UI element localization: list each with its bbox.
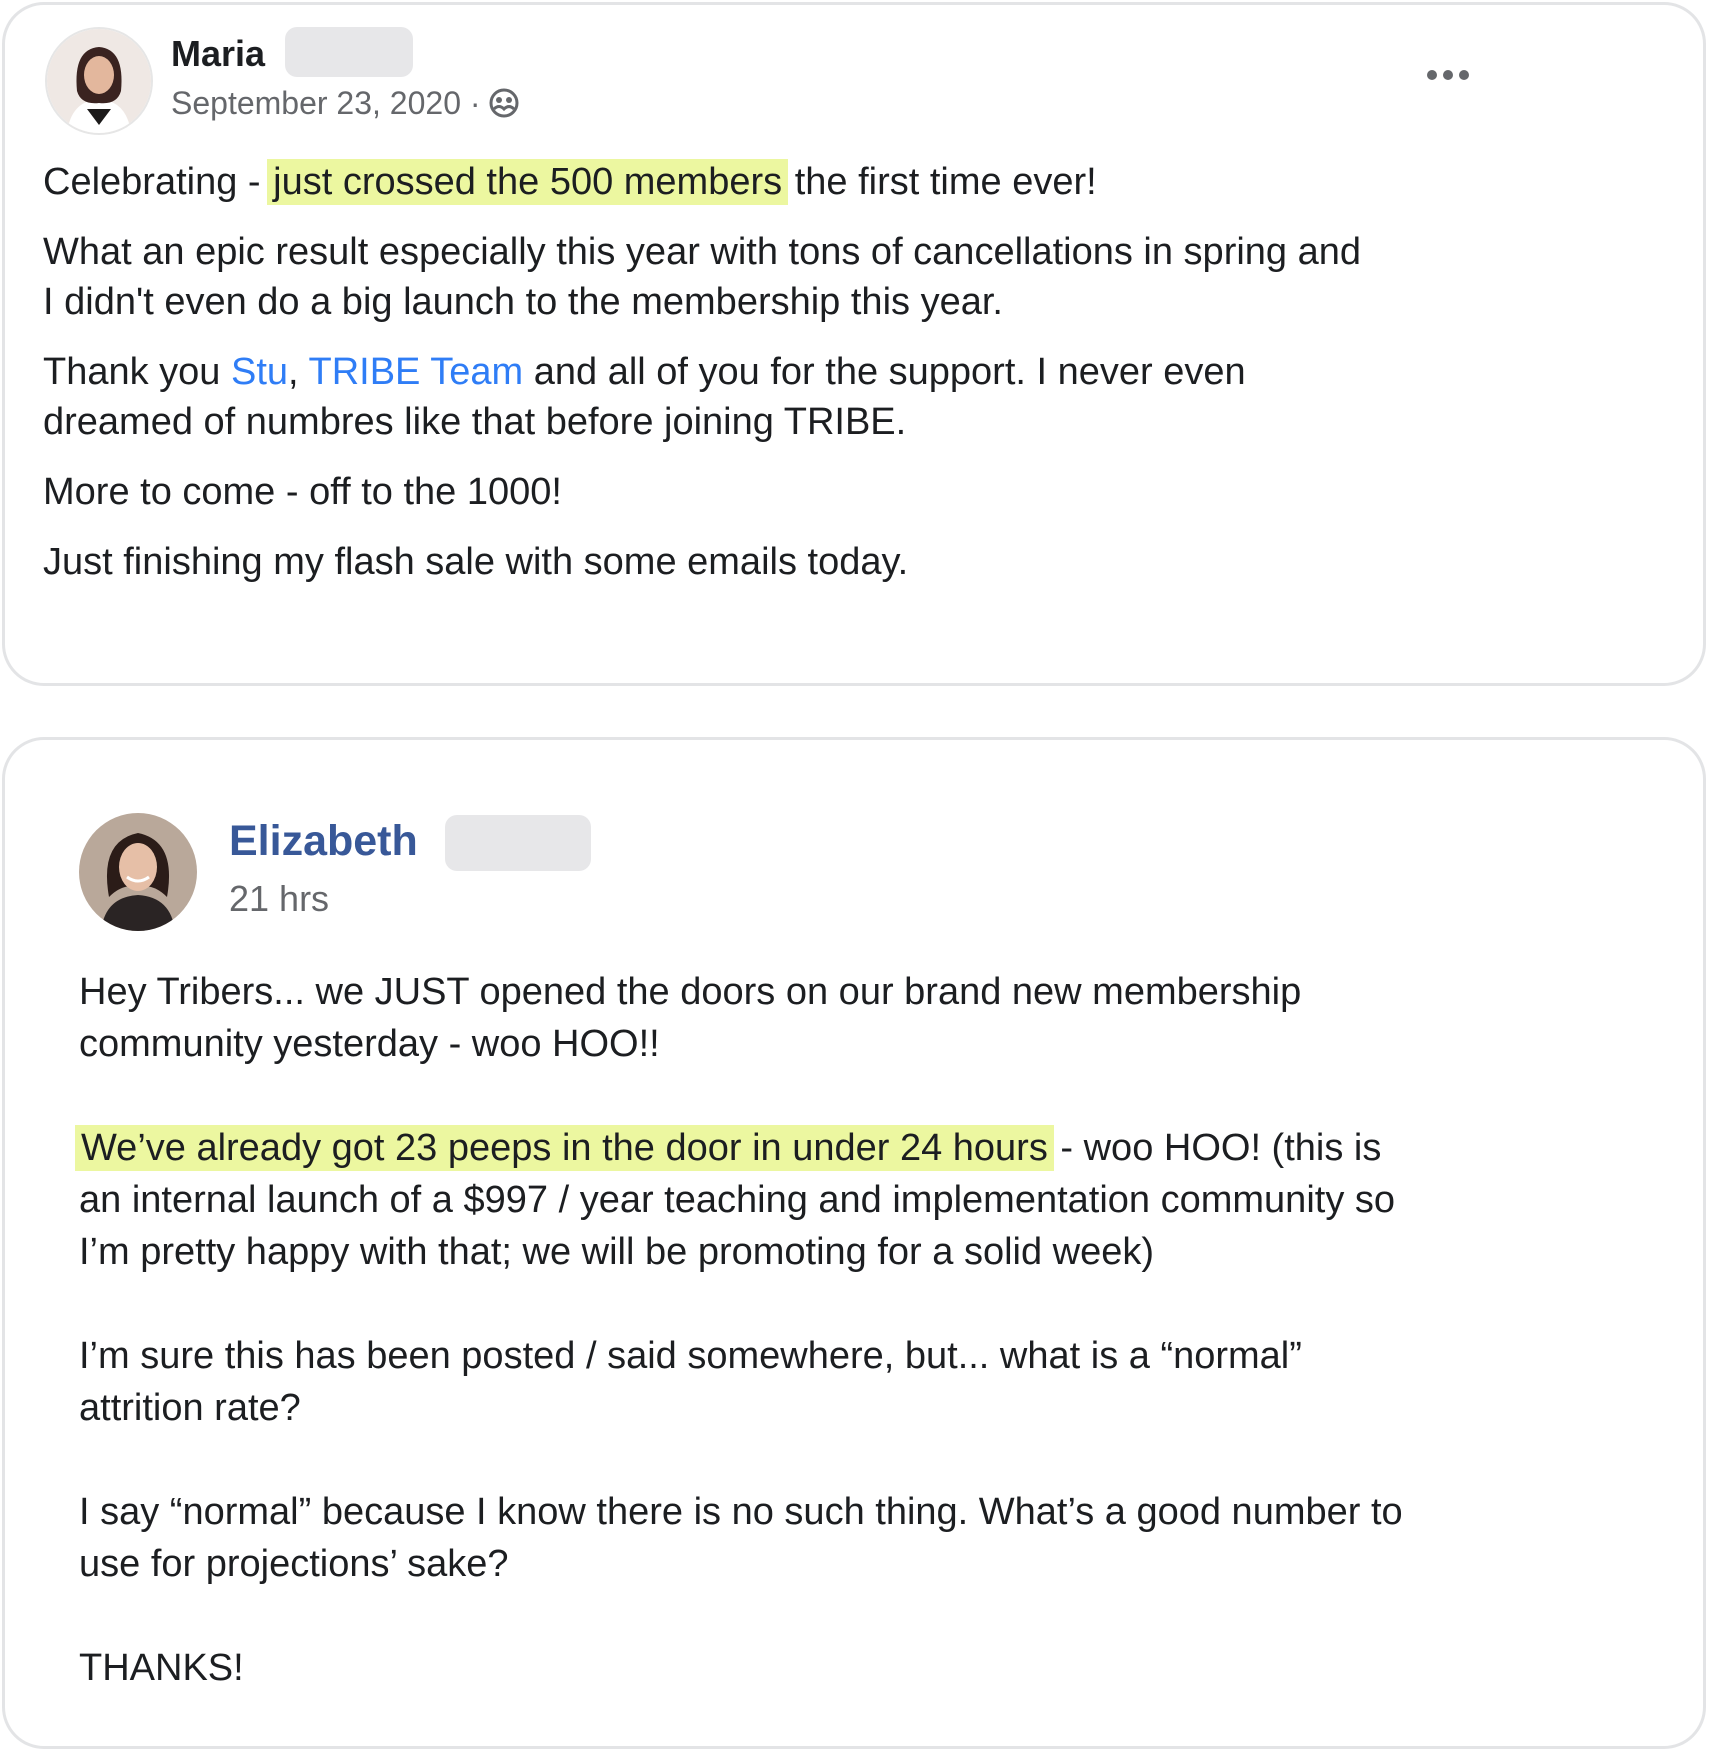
author-avatar[interactable]	[45, 27, 153, 135]
post-paragraph: Just finishing my flash sale with some e…	[43, 541, 909, 583]
post-card: Maria September 23, 2020 · Celebrating -…	[2, 2, 1706, 686]
redacted-surname	[285, 27, 413, 77]
author-name[interactable]: Maria	[171, 33, 265, 75]
post-paragraph: I’m sure this has been posted / said som…	[79, 1335, 1302, 1429]
redacted-surname	[445, 815, 591, 871]
author-name[interactable]: Elizabeth	[229, 817, 418, 866]
post-body: Celebrating - just crossed the 500 membe…	[43, 157, 1361, 587]
post-paragraph: We’ve already got 23 peeps in the door i…	[75, 1122, 1403, 1278]
post-paragraph: I say “normal” because I know there is n…	[79, 1491, 1403, 1585]
mention-link[interactable]: TRIBE Team	[308, 351, 523, 393]
more-options-icon[interactable]	[1425, 67, 1471, 83]
highlighted-text: just crossed the 500 members	[267, 159, 789, 205]
post-date[interactable]: September 23, 2020	[171, 85, 461, 121]
post-timestamp[interactable]: 21 hrs	[229, 878, 329, 920]
post-timestamp-row: September 23, 2020 ·	[171, 85, 519, 126]
post-paragraph: What an epic result especially this year…	[43, 231, 1362, 323]
post-paragraph: Thank you Stu, TRIBE Team and all of you…	[43, 351, 1246, 443]
post-body: Hey Tribers... we JUST opened the doors …	[75, 966, 1403, 1694]
highlighted-text: We’ve already got 23 peeps in the door i…	[75, 1125, 1054, 1171]
author-avatar[interactable]	[79, 813, 197, 931]
post-paragraph: THANKS!	[79, 1647, 244, 1689]
meta-separator: ·	[469, 85, 481, 121]
post-paragraph: More to come - off to the 1000!	[43, 471, 562, 513]
group-icon	[489, 88, 519, 126]
post-card: Elizabeth 21 hrs Hey Tribers... we JUST …	[2, 737, 1706, 1749]
post-paragraph: Celebrating - just crossed the 500 membe…	[43, 159, 1097, 205]
post-paragraph: Hey Tribers... we JUST opened the doors …	[79, 971, 1302, 1065]
mention-link[interactable]: Stu	[231, 351, 288, 393]
